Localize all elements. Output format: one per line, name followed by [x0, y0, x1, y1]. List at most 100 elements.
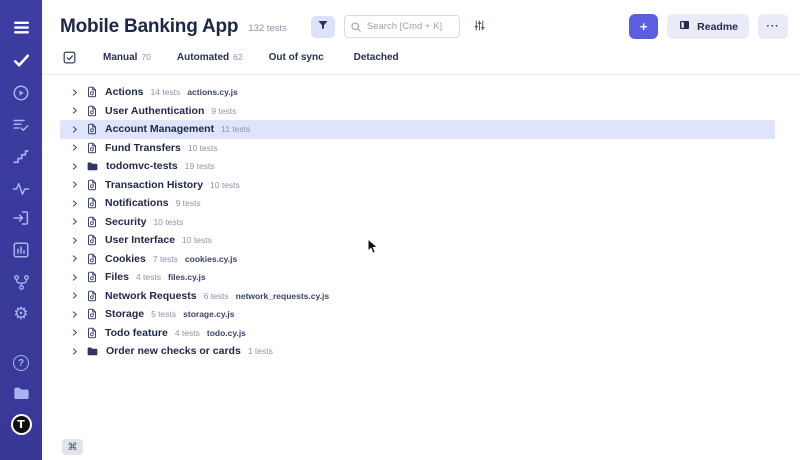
suite-test-count: 10 tests	[210, 180, 240, 190]
suite-name: Todo feature	[105, 327, 168, 339]
suite-name: User Authentication	[105, 105, 204, 117]
suite-row-4[interactable]: todomvc-tests 19 tests	[60, 157, 775, 176]
more-options-button[interactable]: ···	[758, 14, 788, 39]
chevron-right-icon[interactable]	[70, 310, 79, 319]
suite-name: Storage	[105, 308, 144, 320]
file-sync-icon	[86, 290, 98, 302]
suite-row-9[interactable]: Cookies 7 tests cookies.cy.js	[60, 250, 775, 269]
suite-test-count: 4 tests	[136, 272, 161, 282]
file-sync-icon	[86, 142, 98, 154]
suite-row-3[interactable]: Fund Transfers 10 tests	[60, 139, 775, 158]
file-sync-icon	[86, 234, 98, 246]
git-branch-icon[interactable]	[9, 270, 33, 294]
chevron-right-icon[interactable]	[70, 347, 79, 356]
suite-name: Order new checks or cards	[106, 345, 241, 357]
suite-test-count: 9 tests	[211, 106, 236, 116]
readme-button[interactable]: Readme	[667, 14, 749, 39]
suite-row-11[interactable]: Network Requests 6 tests network_request…	[60, 287, 775, 306]
tab-automated[interactable]: Automated 62	[177, 52, 243, 63]
help-icon[interactable]: ?	[9, 351, 33, 375]
login-box-icon[interactable]	[9, 206, 33, 230]
suite-test-count: 1 tests	[248, 346, 273, 356]
menu-icon[interactable]	[9, 15, 33, 39]
file-sync-icon	[86, 271, 98, 283]
readme-button-label: Readme	[697, 21, 738, 33]
folder-icon[interactable]	[9, 381, 33, 405]
folder-icon	[86, 160, 99, 173]
chevron-right-icon[interactable]	[70, 328, 79, 337]
page-title: Mobile Banking App	[60, 16, 238, 38]
suite-row-13[interactable]: Todo feature 4 tests todo.cy.js	[60, 324, 775, 343]
file-sync-icon	[86, 253, 98, 265]
bar-chart-icon[interactable]	[9, 238, 33, 262]
file-sync-icon	[86, 105, 98, 117]
suite-filename: files.cy.js	[168, 272, 206, 282]
chevron-right-icon[interactable]	[70, 199, 79, 208]
activity-icon[interactable]	[9, 177, 33, 201]
suite-row-6[interactable]: Notifications 9 tests	[60, 194, 775, 213]
suite-row-5[interactable]: Transaction History 10 tests	[60, 176, 775, 195]
chevron-right-icon[interactable]	[70, 217, 79, 226]
playlist-check-icon[interactable]	[9, 113, 33, 137]
suite-filename: cookies.cy.js	[185, 254, 237, 264]
select-all-icon[interactable]	[62, 50, 77, 65]
play-circle-icon[interactable]	[9, 81, 33, 105]
suite-row-10[interactable]: Files 4 tests files.cy.js	[60, 268, 775, 287]
suite-test-count: 4 tests	[175, 328, 200, 338]
suite-test-count: 11 tests	[221, 124, 250, 134]
tab-out-of-sync[interactable]: Out of sync	[269, 52, 328, 63]
suite-test-count: 10 tests	[188, 143, 218, 153]
suite-test-count: 7 tests	[153, 254, 178, 264]
chevron-right-icon[interactable]	[70, 291, 79, 300]
suite-name: Network Requests	[105, 290, 197, 302]
suite-test-count: 14 tests	[151, 87, 181, 97]
suite-name: Fund Transfers	[105, 142, 181, 154]
view-settings-button[interactable]	[473, 16, 486, 38]
filter-button[interactable]	[311, 16, 335, 38]
sliders-icon	[473, 19, 486, 35]
testomat-logo[interactable]: T	[9, 412, 33, 436]
suite-filename: todo.cy.js	[207, 328, 246, 338]
chevron-right-icon[interactable]	[70, 125, 79, 134]
tests-check-icon[interactable]	[9, 48, 33, 72]
chevron-right-icon[interactable]	[70, 162, 79, 171]
chevron-right-icon[interactable]	[70, 88, 79, 97]
file-sync-icon	[86, 308, 98, 320]
suite-name: Transaction History	[105, 179, 203, 191]
sidebar: ⚙ ? T	[0, 0, 42, 460]
folder-icon	[86, 345, 99, 358]
suite-row-14[interactable]: Order new checks or cards 1 tests	[60, 342, 775, 361]
command-shortcut-button[interactable]: ⌘	[62, 439, 83, 455]
add-suite-button[interactable]: +	[629, 14, 658, 39]
gear-icon[interactable]: ⚙	[9, 302, 33, 326]
file-sync-icon	[86, 197, 98, 209]
suite-name: User Interface	[105, 234, 175, 246]
stairs-icon[interactable]	[9, 145, 33, 169]
chevron-right-icon[interactable]	[70, 236, 79, 245]
suite-test-count: 5 tests	[151, 309, 176, 319]
suite-row-1[interactable]: User Authentication 9 tests	[60, 102, 775, 121]
suite-row-2[interactable]: Account Management 11 tests	[60, 120, 775, 139]
suite-test-count: 6 tests	[204, 291, 229, 301]
suite-row-12[interactable]: Storage 5 tests storage.cy.js	[60, 305, 775, 324]
search-container	[344, 15, 460, 38]
main-content: Mobile Banking App 132 tests + Readme ··…	[42, 0, 800, 460]
suite-filename: network_requests.cy.js	[236, 291, 329, 301]
file-sync-icon	[86, 123, 98, 135]
suite-name: todomvc-tests	[106, 160, 178, 172]
suite-row-0[interactable]: Actions 14 tests actions.cy.js	[60, 83, 775, 102]
tab-detached[interactable]: Detached	[354, 52, 403, 63]
chevron-right-icon[interactable]	[70, 143, 79, 152]
suite-test-count: 19 tests	[185, 161, 215, 171]
funnel-icon	[317, 19, 329, 34]
tab-manual[interactable]: Manual 70	[103, 52, 151, 63]
chevron-right-icon[interactable]	[70, 106, 79, 115]
suite-test-count: 9 tests	[176, 198, 201, 208]
suite-list: Actions 14 tests actions.cy.js User Auth…	[42, 83, 800, 361]
chevron-right-icon[interactable]	[70, 273, 79, 282]
chevron-right-icon[interactable]	[70, 180, 79, 189]
suite-test-count: 10 tests	[182, 235, 212, 245]
chevron-right-icon[interactable]	[70, 254, 79, 263]
suite-row-8[interactable]: User Interface 10 tests	[60, 231, 775, 250]
suite-row-7[interactable]: Security 10 tests	[60, 213, 775, 232]
